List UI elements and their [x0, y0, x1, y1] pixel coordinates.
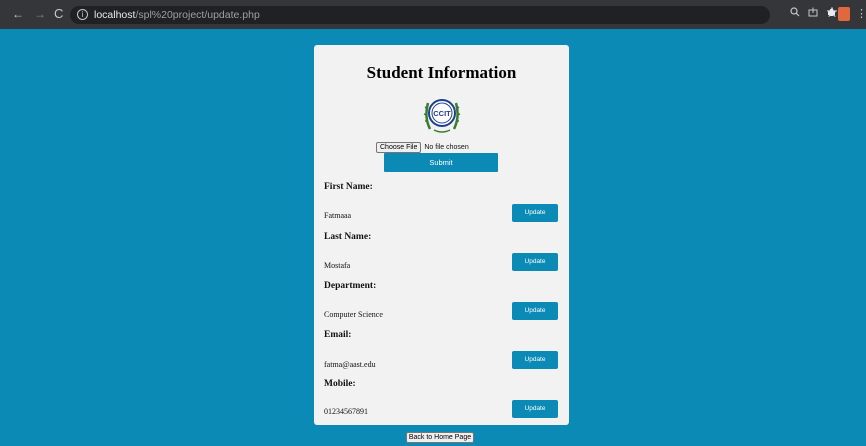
url-path: /spl%20project/update.php: [135, 9, 260, 21]
share-icon[interactable]: [808, 7, 818, 21]
site-info-icon[interactable]: i: [77, 9, 88, 20]
zoom-icon[interactable]: [790, 7, 800, 21]
update-email-button[interactable]: Update: [512, 351, 558, 369]
extensions-icon[interactable]: [827, 7, 837, 21]
url-host: localhost: [94, 9, 136, 21]
department-label: Department:: [324, 281, 377, 291]
page-title: Student Information: [366, 63, 517, 82]
last-name-value: Mostafa: [324, 261, 351, 270]
department-value: Computer Science: [324, 310, 383, 319]
email-value: fatma@aast.edu: [324, 360, 376, 369]
svg-text:CCIT: CCIT: [433, 109, 451, 118]
file-status: No file chosen: [424, 144, 469, 151]
last-name-label: Last Name:: [324, 232, 372, 242]
back-arrow-icon[interactable]: ←: [12, 6, 24, 22]
mobile-label: Mobile:: [324, 379, 356, 389]
back-to-home-button[interactable]: Back to Home Page: [406, 432, 474, 443]
forward-arrow-icon[interactable]: →: [34, 6, 46, 22]
email-label: Email:: [324, 330, 352, 340]
update-department-button[interactable]: Update: [512, 302, 558, 320]
update-last-name-button[interactable]: Update: [512, 253, 558, 271]
reload-icon[interactable]: C: [54, 6, 63, 22]
mobile-value: 01234567891: [324, 407, 368, 416]
update-mobile-button[interactable]: Update: [512, 400, 558, 418]
first-name-label: First Name:: [324, 182, 373, 192]
choose-file-button[interactable]: Choose File: [376, 142, 422, 153]
address-bar[interactable]: i localhost/spl%20project/update.php: [70, 6, 770, 24]
menu-icon[interactable]: ⋮: [856, 7, 866, 21]
update-first-name-button[interactable]: Update: [512, 204, 558, 222]
student-info-card: Student Information CCIT Choose File No f…: [314, 45, 569, 425]
first-name-value: Fatmaaa: [324, 211, 352, 220]
submit-button[interactable]: Submit: [384, 153, 498, 172]
url-text: localhost/spl%20project/update.php: [94, 8, 260, 22]
profile-avatar[interactable]: [838, 7, 850, 21]
browser-toolbar: ← → C i localhost/spl%20project/update.p…: [0, 0, 866, 29]
ccit-logo: CCIT: [423, 99, 461, 133]
